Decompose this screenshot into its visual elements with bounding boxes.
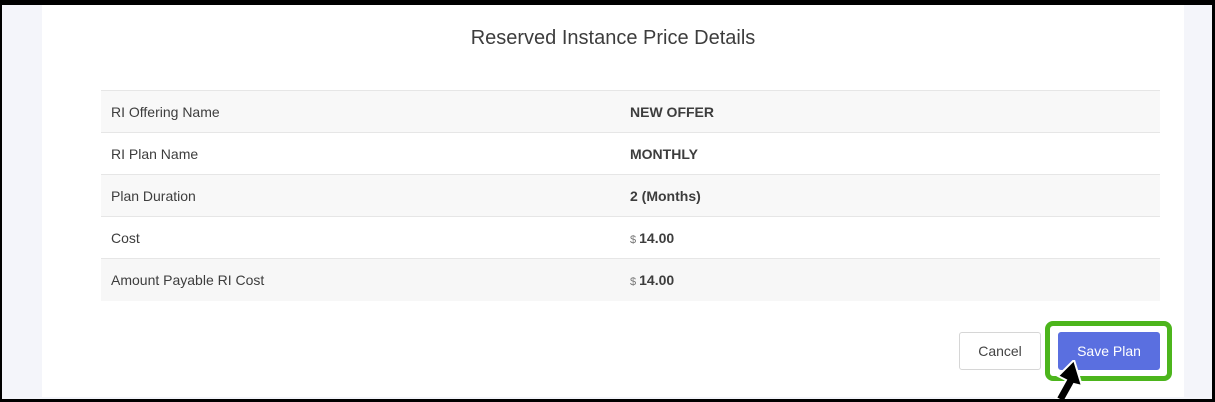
dialog-title: Reserved Instance Price Details	[470, 27, 756, 49]
screenshot-frame: Reserved Instance Price Details RI Offer…	[0, 0, 1215, 402]
row-label: Amount Payable RI Cost	[111, 271, 265, 288]
row-label: RI Plan Name	[111, 145, 199, 162]
currency-symbol: $	[630, 275, 637, 288]
row-value-cell: $14.00	[630, 259, 1160, 301]
row-value: MONTHLY	[630, 145, 698, 162]
price-details-table: RI Offering Name NEW OFFER RI Plan Name …	[101, 90, 1160, 301]
row-label: RI Offering Name	[111, 103, 220, 120]
price-details-dialog: Reserved Instance Price Details RI Offer…	[42, 5, 1184, 399]
row-value: 2 (Months)	[630, 187, 701, 204]
table-row-plan-duration: Plan Duration 2 (Months)	[101, 174, 1160, 217]
table-row-plan-name: RI Plan Name MONTHLY	[101, 132, 1160, 175]
row-value-cell: $14.00	[630, 217, 1160, 259]
row-value: 14.00	[639, 229, 675, 246]
table-row-offering-name: RI Offering Name NEW OFFER	[101, 90, 1160, 133]
row-value: 14.00	[639, 271, 675, 288]
cancel-button[interactable]: Cancel	[959, 332, 1041, 370]
table-row-cost: Cost $14.00	[101, 216, 1160, 259]
mouse-pointer-icon	[1054, 360, 1084, 399]
row-value: NEW OFFER	[630, 103, 714, 120]
table-row-amount-payable: Amount Payable RI Cost $14.00	[101, 258, 1160, 301]
currency-symbol: $	[630, 233, 637, 246]
row-label: Plan Duration	[111, 187, 196, 204]
row-label: Cost	[111, 229, 140, 246]
